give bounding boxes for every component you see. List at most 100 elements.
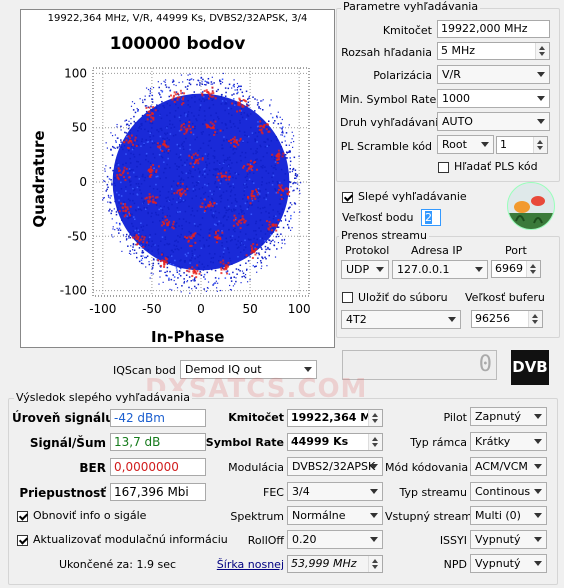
dense-point (238, 104, 241, 107)
port-input[interactable]: 6969 (491, 260, 541, 278)
dense-point (134, 139, 137, 142)
scatter-point (184, 261, 186, 263)
scatter-point (205, 239, 208, 241)
minsr-select[interactable]: 1000 (437, 89, 550, 108)
scatter-point (161, 236, 164, 238)
dense-point (275, 229, 278, 232)
istream-select[interactable]: Multi (0) (470, 506, 547, 525)
scatter-point (223, 161, 226, 163)
proto-select[interactable]: UDP (341, 260, 389, 279)
pls-spinner[interactable] (533, 137, 547, 153)
dense-point (280, 187, 283, 190)
scatter-point (273, 244, 275, 246)
dense-point (131, 236, 134, 239)
scatter-point (210, 209, 212, 211)
dense-point (191, 125, 194, 128)
scatter-point (190, 175, 193, 178)
dense-point (144, 197, 147, 200)
scatter-point (274, 164, 277, 167)
stype-select[interactable]: Continous (470, 482, 547, 501)
update-mod-checkbox[interactable] (17, 535, 28, 546)
dense-point (204, 206, 207, 209)
scatter-point (116, 162, 118, 165)
dense-point (163, 229, 166, 232)
scatter-point (206, 155, 209, 157)
buffer-input[interactable]: 96256 (471, 310, 543, 328)
scatter-point (187, 113, 189, 116)
ip-select[interactable]: 127.0.0.1 (392, 260, 488, 279)
dense-point (245, 100, 248, 103)
scatter-point (278, 212, 281, 215)
port-spinner[interactable] (526, 261, 540, 277)
slow-search-checkbox[interactable] (342, 192, 353, 203)
npd-select[interactable]: Vypnutý (470, 554, 547, 573)
scatter-point (213, 206, 216, 208)
res-spec-select[interactable]: Normálne (287, 506, 383, 525)
issyi-select[interactable]: Vypnutý (470, 530, 547, 549)
scatter-point (213, 155, 216, 158)
dense-point (141, 235, 144, 238)
scatter-point (163, 161, 165, 163)
res-fec-select[interactable]: 3/4 (287, 482, 383, 501)
scatter-point (221, 144, 223, 146)
scatter-point (167, 157, 169, 160)
dense-point (239, 219, 242, 222)
scatter-point (275, 215, 277, 217)
freq-input[interactable]: 19922,000 MHz (437, 20, 550, 38)
range-input[interactable]: 5 MHz (437, 42, 550, 60)
buffer-spinner[interactable] (528, 311, 542, 327)
refresh-info-checkbox[interactable] (17, 511, 28, 522)
scatter-point (127, 198, 130, 201)
dense-point (174, 93, 177, 96)
type-select[interactable]: AUTO (437, 112, 550, 131)
file-select[interactable]: 4T2 (341, 310, 461, 329)
modcod-select[interactable]: ACM/VCM (470, 457, 547, 476)
scatter-point (166, 266, 169, 269)
dense-point (238, 97, 241, 100)
scatter-point (143, 179, 146, 182)
pls-mode-select[interactable]: Root (437, 135, 494, 154)
scatter-point (249, 238, 252, 241)
pls-code-input[interactable]: 1 (496, 136, 548, 154)
dense-point (195, 276, 198, 279)
scatter-point (148, 95, 151, 97)
scatter-point (152, 135, 155, 137)
frame-select[interactable]: Krátky (470, 432, 547, 451)
scatter-point (200, 131, 203, 134)
dense-point (152, 116, 155, 119)
res-mod-select[interactable]: DVBS2/32APSK (287, 457, 383, 476)
y-tick-label: 0 (79, 175, 87, 189)
scatter-point (151, 122, 153, 125)
scatter-point (194, 155, 197, 158)
pls-search-checkbox[interactable] (438, 162, 449, 173)
scatter-point (133, 234, 136, 237)
scatter-point (182, 199, 185, 202)
edge-point (221, 81, 224, 83)
scatter-point (230, 185, 232, 187)
scatter-point (170, 188, 173, 190)
scatter-point (237, 173, 240, 176)
scatter-point (264, 141, 267, 143)
scatter-point (167, 152, 169, 154)
pol-select[interactable]: V/R (437, 65, 550, 84)
scatter-point (155, 211, 157, 214)
scatter-point (201, 91, 204, 93)
scatter-point (134, 111, 137, 114)
pilot-select[interactable]: Zapnutý (470, 407, 547, 426)
scatter-point (273, 158, 276, 161)
edge-point (291, 138, 293, 140)
edge-point (284, 218, 287, 220)
res-roll-select[interactable]: 0.20 (287, 530, 383, 549)
scatter-point (157, 262, 160, 265)
scatter-point (150, 108, 152, 111)
save-file-checkbox[interactable] (342, 292, 353, 303)
scatter-point (128, 179, 131, 181)
edge-point (291, 227, 293, 229)
dense-point (182, 96, 185, 99)
dense-point (208, 93, 211, 96)
range-spinner[interactable] (535, 43, 549, 59)
scatter-point (239, 119, 241, 122)
step-input[interactable]: 2 (421, 209, 441, 226)
res-bw-label[interactable]: Šírka nosnej (200, 558, 284, 571)
scatter-point (194, 169, 196, 171)
